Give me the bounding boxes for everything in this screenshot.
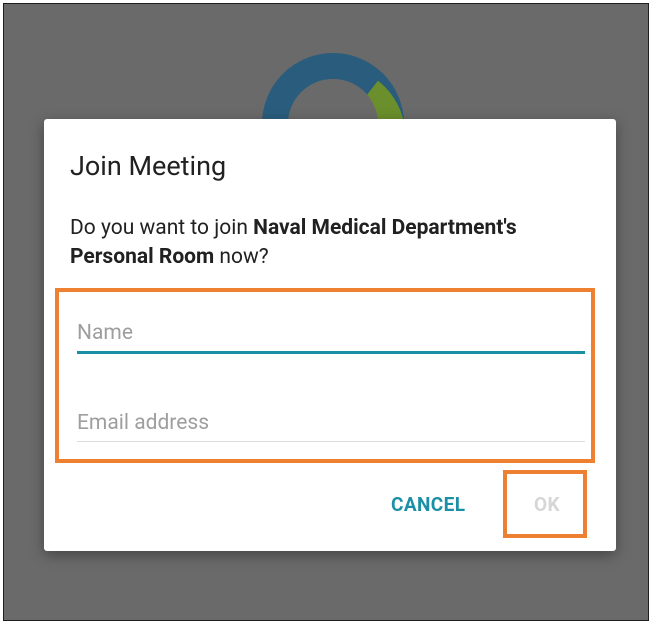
name-field[interactable] (77, 315, 585, 354)
ok-button[interactable]: OK (534, 493, 560, 516)
email-field[interactable] (77, 405, 585, 442)
name-input[interactable] (77, 315, 585, 351)
message-prefix: Do you want to join (70, 216, 254, 240)
join-meeting-dialog: Join Meeting Do you want to join Naval M… (44, 119, 616, 551)
dialog-title: Join Meeting (70, 150, 227, 182)
cancel-button[interactable]: CANCEL (391, 493, 465, 516)
screen: Join Meeting Do you want to join Naval M… (3, 3, 649, 621)
email-input[interactable] (77, 405, 585, 441)
dialog-message: Do you want to join Naval Medical Depart… (70, 214, 550, 272)
message-suffix: now? (214, 245, 269, 269)
